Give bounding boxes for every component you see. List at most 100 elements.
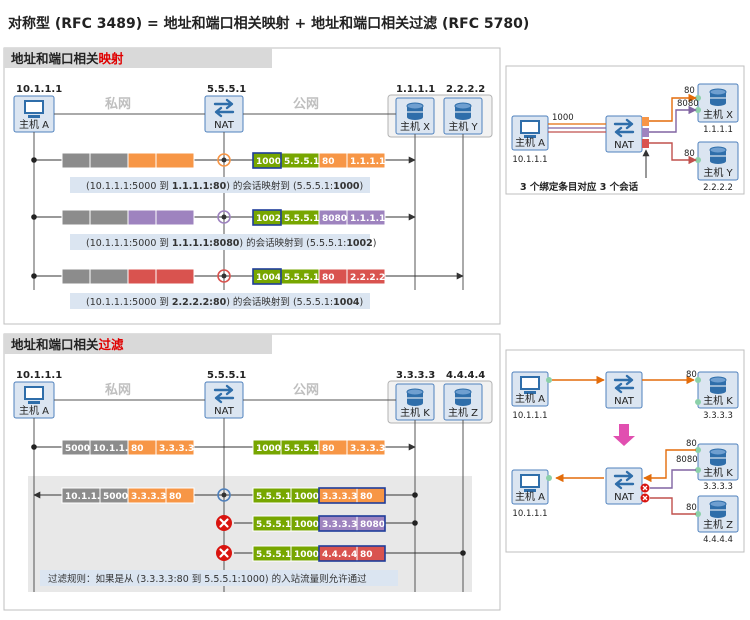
caption-part: 1.1.1.1:80: [172, 181, 227, 192]
nat-translation-dot: [221, 214, 227, 220]
nat-node: NAT: [605, 467, 643, 505]
host-ip: 1.1.1.1: [703, 125, 733, 135]
caption-part: ) 的会话映射到 (5.5.5.1:: [226, 180, 333, 192]
packet-field-value: 8080: [322, 214, 347, 224]
filtering-section: 地址和端口相关过滤 10.1.1.1 主机 A 5.5.5.1 NAT 3.3.3.3 4…: [3, 333, 501, 611]
node-label: 主机 Z: [448, 406, 478, 419]
packet-field-value: 1000: [294, 550, 319, 560]
port-label: 80: [684, 86, 695, 96]
node-label: NAT: [614, 396, 635, 407]
server-node: 主机 X: [395, 97, 435, 135]
host-ip: 4.4.4.4: [446, 370, 485, 381]
packet-field-value: 1.1.1.1: [350, 214, 385, 224]
packet-field-value: 1004: [256, 273, 281, 283]
binding-port: [642, 139, 649, 148]
server-node: 主机 K: [697, 443, 739, 481]
packet-field-value: 3.3.3.3: [350, 444, 385, 454]
server-node: 主机 Z: [697, 495, 739, 533]
computer-icon: [24, 100, 44, 114]
port-label: 80: [686, 503, 697, 513]
packet-field-value: 1000: [294, 492, 319, 502]
packet-field: [89, 152, 129, 169]
nat-node: NAT: [605, 371, 643, 409]
binding-port: [642, 117, 649, 126]
caption-part: ): [373, 238, 377, 249]
packet-field: [127, 209, 157, 226]
port-dot: [546, 475, 552, 481]
computer-icon: [520, 120, 540, 134]
packet-field-value: 5.5.5.1: [284, 157, 319, 167]
computer-icon: [24, 386, 44, 400]
caption-part: 1000: [333, 181, 360, 192]
node-label: 主机 Z: [703, 518, 733, 531]
port-label: 80: [686, 370, 697, 380]
packet-field-value: 80: [322, 273, 335, 283]
computer-stand: [28, 401, 40, 404]
host-ip: 10.1.1.1: [16, 370, 62, 381]
computer-stand: [28, 115, 40, 118]
caption-part: ) 的会话映射到 (5.5.5.1:: [226, 296, 333, 308]
mapping-caption: (10.1.1.1:5000 到 1.1.1.1:80) 的会话映射到 (5.5…: [86, 180, 363, 192]
nat-node: NAT: [605, 115, 643, 153]
packet-field-value: 80: [131, 444, 144, 454]
packet-field-value: 80: [360, 550, 373, 560]
database-top: [406, 388, 424, 396]
packet-field-value: 5.5.5.1: [284, 444, 319, 454]
mapping-summary-panel: 主机 A 10.1.1.1 NAT 1000 主机 X 1.1.1.1 主机 Y 2.2.2.…: [505, 65, 745, 195]
port-label: 80: [686, 439, 697, 449]
packet-field-value: 1002: [256, 214, 281, 224]
filtering-section-title: 地址和端口相关过滤: [11, 337, 124, 352]
computer-node: 主机 A: [511, 115, 549, 151]
packet: [61, 268, 195, 285]
filtering-summary-panel: 主机 A 10.1.1.1 NAT 主机 K 3.3.3.3 80 主机 A 10.1.1.1…: [505, 349, 745, 553]
port-label: 80: [684, 149, 695, 159]
packet-field-value: 80: [360, 492, 373, 502]
database-top: [454, 388, 472, 396]
line-endpoint-dot: [31, 157, 37, 163]
packet-field-value: 5.5.5.1: [284, 273, 319, 283]
server-node: 主机 Z: [443, 383, 483, 421]
computer-node: 主机 A: [13, 381, 55, 419]
nat-translation-dot: [221, 492, 227, 498]
node-label: 主机 A: [515, 136, 545, 149]
packet-field: [61, 209, 91, 226]
host-ip: 10.1.1.1: [512, 155, 547, 165]
node-label: 主机 K: [400, 406, 430, 419]
server-node: 主机 Y: [443, 97, 483, 135]
node-label: NAT: [614, 140, 635, 151]
packet-field-value: 2.2.2.2: [350, 273, 385, 283]
node-label: 主机 A: [515, 392, 545, 405]
caption-part: ): [360, 181, 364, 192]
packet-field: [89, 209, 129, 226]
host-ip: 3.3.3.3: [703, 411, 733, 421]
arrow-down-icon: [613, 424, 635, 446]
packet: 5.5.5.1 1000 4.4.4.4 80: [252, 545, 386, 562]
mapping-section: 地址和端口相关映射 10.1.1.1 主机 A 5.5.5.1 NAT 1.1.1.1 2…: [3, 47, 501, 325]
port-label: 1000: [552, 113, 574, 123]
node-label: NAT: [214, 406, 235, 417]
page-title: 对称型 (RFC 3489) = 地址和端口相关映射 + 地址和端口相关过滤 (…: [8, 15, 529, 32]
packet: 5.5.5.1 1000 3.3.3.3 8080: [252, 515, 386, 532]
packet: 1004 5.5.5.1 80 2.2.2.2: [252, 268, 386, 285]
packet-field: [89, 268, 129, 285]
blocked-path: [650, 469, 696, 489]
node-label: 主机 A: [515, 490, 545, 503]
host-ip: 2.2.2.2: [703, 183, 733, 193]
database-top: [709, 500, 727, 508]
line-endpoint-dot: [460, 550, 466, 556]
packet-field: [127, 268, 157, 285]
packet-field-value: 80: [169, 492, 182, 502]
mapping-caption: (10.1.1.1:5000 到 2.2.2.2:80) 的会话映射到 (5.5…: [86, 296, 363, 308]
computer-node: 主机 A: [511, 371, 549, 407]
packet: 5.5.5.1 1000 3.3.3.3 80: [252, 487, 386, 504]
packet-field: [155, 268, 195, 285]
host-ip: 2.2.2.2: [446, 84, 485, 95]
database-top: [406, 102, 424, 110]
line-endpoint-dot: [31, 273, 37, 279]
packet: [61, 152, 195, 169]
packet: 10.1.1.15000 3.3.3.3 80: [61, 487, 195, 504]
error-x-icon: [216, 545, 232, 561]
nat-translation-dot: [221, 273, 227, 279]
packet-field-value: 3.3.3.3: [322, 492, 357, 502]
computer-icon: [520, 376, 540, 390]
